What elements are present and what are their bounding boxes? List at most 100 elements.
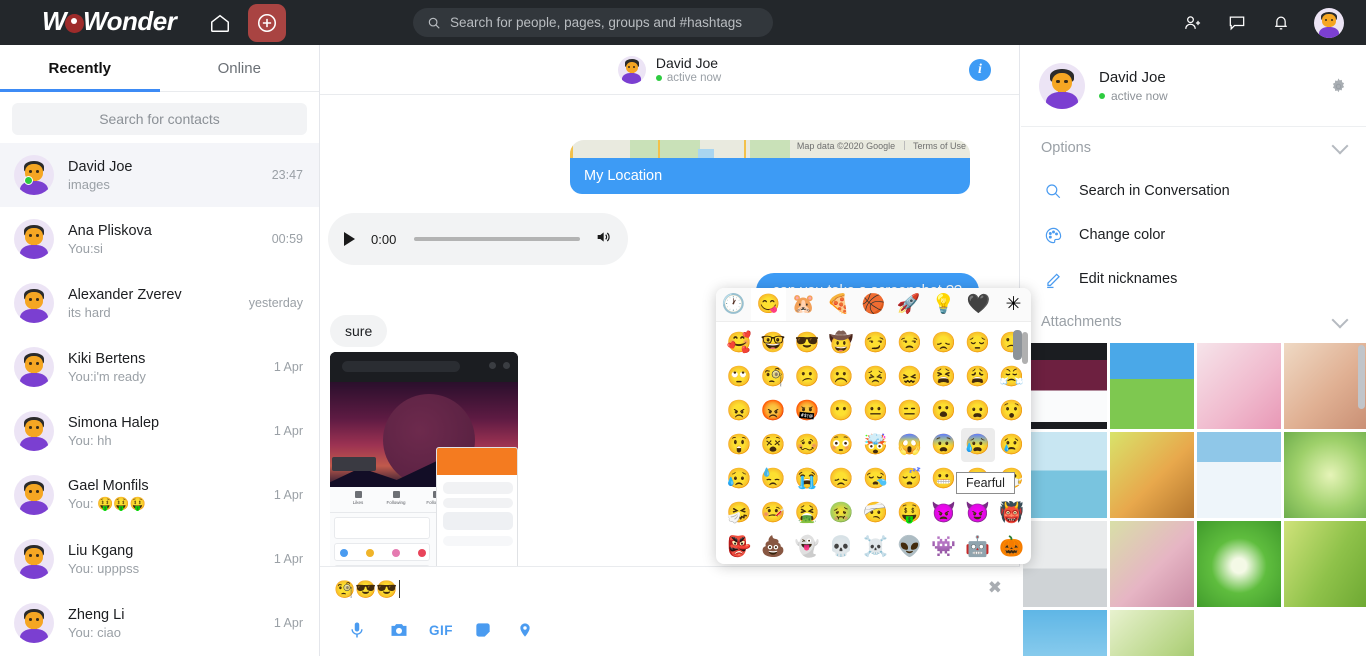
emoji-item[interactable]: 😱 (893, 428, 927, 462)
option-search-in-conversation[interactable]: Search in Conversation (1021, 169, 1366, 213)
emoji-item[interactable]: 👻 (790, 530, 824, 564)
contact-item[interactable]: Simona Halep You: hh 1 Apr (0, 399, 319, 463)
messages-icon[interactable] (1220, 6, 1254, 40)
emoji-item[interactable]: 😯 (995, 394, 1029, 428)
audio-progress-slider[interactable] (414, 237, 580, 241)
autumn-thumb[interactable] (1110, 432, 1194, 518)
emoji-item[interactable]: 😤 (995, 360, 1029, 394)
emoji-item[interactable]: 😶 (824, 394, 858, 428)
emoji-item[interactable]: 😪 (858, 462, 892, 496)
emoji-item[interactable]: 🤓 (756, 326, 790, 360)
gif-button[interactable]: GIF (420, 616, 462, 644)
emoji-category-6[interactable]: 💡 (926, 288, 961, 321)
flower-green-thumb[interactable] (1197, 521, 1281, 607)
emoji-item[interactable]: 🤮 (790, 496, 824, 530)
emoji-item[interactable]: 💀 (824, 530, 858, 564)
emoji-item[interactable]: 😓 (756, 462, 790, 496)
emoji-item[interactable]: 🥰 (722, 326, 756, 360)
emoji-item[interactable]: 😐 (858, 394, 892, 428)
emoji-item[interactable]: 🤒 (756, 496, 790, 530)
emoji-item[interactable]: 👽 (893, 530, 927, 564)
emoji-item[interactable]: 👾 (927, 530, 961, 564)
map-terms-link[interactable]: Terms of Use (913, 141, 966, 151)
emoji-item[interactable]: 😨 (927, 428, 961, 462)
search-input[interactable] (450, 15, 750, 30)
cat-thumb[interactable] (1023, 521, 1107, 607)
emoji-category-2[interactable]: 🐹 (786, 288, 821, 321)
map-preview[interactable]: Map data ©2020 Google Terms of Use (570, 140, 970, 158)
tab-recently[interactable]: Recently (0, 45, 160, 92)
emoji-category-3[interactable]: 🍕 (821, 288, 856, 321)
spring-thumb[interactable] (1284, 343, 1366, 429)
close-emoji-button[interactable]: ✖ (988, 579, 1002, 596)
emoji-item[interactable]: 😈 (961, 496, 995, 530)
emoji-category-5[interactable]: 🚀 (891, 288, 926, 321)
contact-item[interactable]: Zheng Li You: ciao 1 Apr (0, 591, 319, 655)
add-friend-icon[interactable] (1176, 6, 1210, 40)
emoji-category-8[interactable]: ✳ (996, 288, 1031, 321)
screenshot-thumb[interactable] (1023, 343, 1107, 429)
emoji-item[interactable]: 😭 (790, 462, 824, 496)
emoji-item[interactable]: 😳 (824, 428, 858, 462)
attachments-section-header[interactable]: Attachments (1021, 301, 1366, 343)
create-button[interactable] (248, 4, 286, 42)
emoji-scrollbar[interactable] (1022, 332, 1028, 364)
emoji-item[interactable]: 😠 (722, 394, 756, 428)
reed-thumb[interactable] (1110, 610, 1194, 656)
chat-scrollbar[interactable] (1013, 330, 1022, 360)
emoji-item[interactable]: 🤧 (722, 496, 756, 530)
location-icon[interactable] (504, 616, 546, 644)
emoji-item[interactable]: 😔 (961, 326, 995, 360)
emoji-category-1[interactable]: 😋 (751, 288, 786, 321)
emoji-category-4[interactable]: 🏀 (856, 288, 891, 321)
chat-header-avatar[interactable] (617, 55, 646, 84)
emoji-item[interactable]: 🤯 (858, 428, 892, 462)
emoji-item[interactable]: 👹 (995, 496, 1029, 530)
contact-item[interactable]: Gael Monfils You: 🤑🤑🤑 1 Apr (0, 463, 319, 527)
message-input[interactable]: 🧐😎😎 (334, 577, 976, 603)
emoji-item[interactable]: 🥴 (790, 428, 824, 462)
sticker-icon[interactable] (462, 616, 504, 644)
message-location[interactable]: Map data ©2020 Google Terms of Use My Lo… (570, 140, 970, 194)
emoji-item[interactable]: 😩 (961, 360, 995, 394)
emoji-item[interactable]: 🤠 (824, 326, 858, 360)
emoji-item[interactable]: 😖 (893, 360, 927, 394)
gear-icon[interactable] (1329, 77, 1348, 101)
emoji-item[interactable]: 😲 (722, 428, 756, 462)
emoji-item[interactable]: 😴 (893, 462, 927, 496)
emoji-item[interactable]: 🤑 (893, 496, 927, 530)
emoji-item[interactable]: ☹️ (824, 360, 858, 394)
contact-item[interactable]: Ana Pliskova You:si 00:59 (0, 207, 319, 271)
emoji-item[interactable]: 😞 (927, 326, 961, 360)
snow-thumb[interactable] (1197, 432, 1281, 518)
emoji-picker[interactable]: 🕐 😋 🐹 🍕 🏀 🚀 💡 🖤 ✳ 🥰 🤓 😎 🤠 😏 😒 😞 😔 🙁 🙄 🧐 😕 ☹️ 😣 😖 😫 😩 😤 😠 😡 🤬 😶 😐 😑 😮 😦 😯 😲 😵… (716, 288, 1031, 564)
tab-online[interactable]: Online (160, 45, 320, 91)
emoji-item[interactable]: 🤖 (961, 530, 995, 564)
emoji-item[interactable]: 😞 (824, 462, 858, 496)
volume-icon[interactable] (594, 229, 612, 250)
option-edit-nicknames[interactable]: Edit nicknames (1021, 257, 1366, 301)
home-icon[interactable] (206, 10, 234, 36)
user-avatar[interactable] (1314, 7, 1344, 38)
details-scrollbar[interactable] (1358, 345, 1365, 409)
emoji-item[interactable]: 👿 (927, 496, 961, 530)
succulent-thumb[interactable] (1284, 432, 1366, 518)
emoji-item[interactable]: 💩 (756, 530, 790, 564)
microphone-icon[interactable] (336, 616, 378, 644)
emoji-item[interactable]: 🤢 (824, 496, 858, 530)
emoji-item[interactable]: 🙄 (722, 360, 756, 394)
emoji-item[interactable]: 😡 (756, 394, 790, 428)
contact-item[interactable]: Liu Kgang You: upppss 1 Apr (0, 527, 319, 591)
emoji-item[interactable]: 😥 (722, 462, 756, 496)
emoji-item[interactable]: 😦 (961, 394, 995, 428)
emoji-category-0[interactable]: 🕐 (716, 288, 751, 321)
option-change-color[interactable]: Change color (1021, 213, 1366, 257)
camera-icon[interactable] (378, 616, 420, 644)
contact-item[interactable]: Kiki Bertens You:i'm ready 1 Apr (0, 335, 319, 399)
emoji-item[interactable]: 😣 (858, 360, 892, 394)
details-avatar[interactable] (1039, 62, 1085, 109)
emoji-item[interactable]: 😮 (927, 394, 961, 428)
contact-item[interactable]: David Joe images 23:47 (0, 143, 319, 207)
emoji-item[interactable]: 🤬 (790, 394, 824, 428)
emoji-item[interactable]: 😰 (960, 428, 995, 462)
